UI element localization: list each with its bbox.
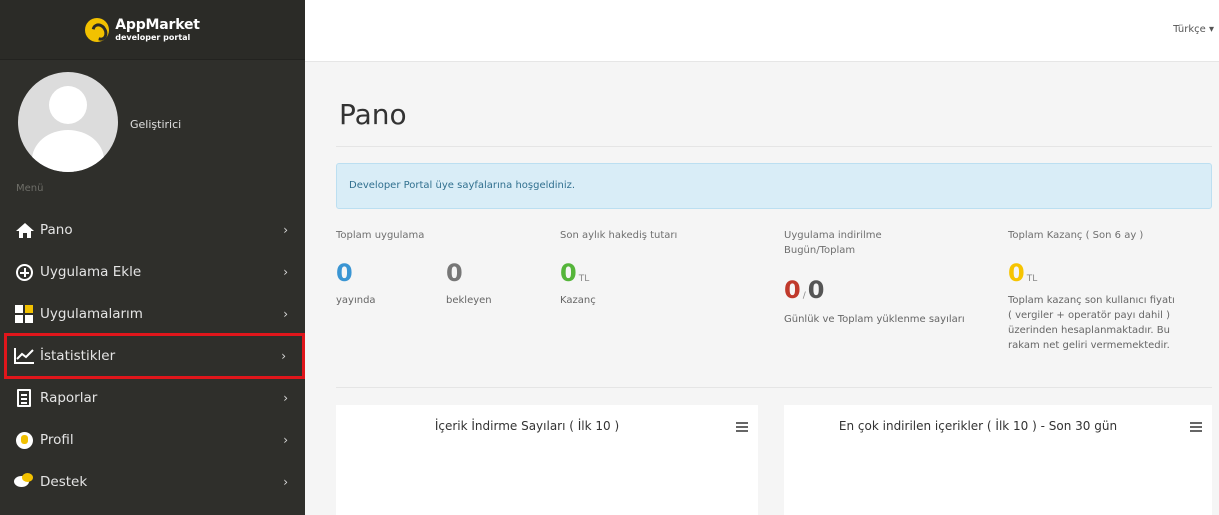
brand-name: AppMarket	[115, 16, 200, 33]
earnings-note-line: üzerinden hesaplanmaktadır. Bu	[1008, 325, 1170, 336]
topbar: Türkçe ▾	[305, 0, 1219, 62]
grid-icon	[14, 304, 34, 324]
published-label: yayında	[336, 295, 376, 306]
stat-label-line2: Bugün/Toplam	[784, 245, 856, 256]
sidebar-item-uygulama-ekle[interactable]: Uygulama Ekle ›	[0, 251, 305, 293]
monthly-value: 0	[560, 259, 577, 287]
earnings-note-line: Toplam kazanç son kullanıcı fiyatı	[1008, 295, 1175, 306]
sidebar-item-label: Uygulama Ekle	[40, 264, 142, 280]
sidebar-item-label: İstatistikler	[40, 348, 116, 364]
sidebar: AppMarket developer portal Geliştirici M…	[0, 0, 305, 515]
brand-subtitle: developer portal	[115, 32, 191, 42]
downloads-total: 0	[807, 276, 825, 304]
chevron-right-icon: ›	[283, 433, 288, 447]
avatar[interactable]	[18, 72, 118, 172]
language-selector[interactable]: Türkçe ▾	[1173, 24, 1214, 35]
downloads-today: 0	[784, 276, 801, 304]
sidebar-item-label: Uygulamalarım	[40, 306, 143, 322]
brand-text: AppMarket developer portal	[115, 16, 200, 42]
stat-total-earnings: Toplam Kazanç ( Son 6 ay ) 0 TL Toplam ka…	[1008, 228, 1213, 351]
plus-circle-icon	[14, 262, 34, 282]
sidebar-item-label: Destek	[40, 474, 88, 490]
chevron-right-icon: ›	[283, 265, 288, 279]
chevron-right-icon: ›	[283, 391, 288, 405]
chat-icon	[14, 472, 34, 492]
monthly-sub: Kazanç	[560, 295, 596, 306]
page-title: Pano	[339, 98, 407, 131]
stat-monthly-earnings: Son aylık hakediş tutarı 0 TL Kazanç	[560, 228, 770, 306]
stat-total-apps: Toplam uygulama 0 yayında 0 bekleyen	[336, 228, 556, 306]
chevron-right-icon: ›	[283, 475, 288, 489]
stat-label: Toplam uygulama	[336, 230, 425, 241]
home-icon	[14, 220, 34, 240]
stat-label: Toplam Kazanç ( Son 6 ay )	[1008, 230, 1144, 241]
pending-label: bekleyen	[446, 295, 492, 306]
profile-icon	[14, 430, 34, 450]
sidebar-item-pano[interactable]: Pano ›	[0, 209, 305, 251]
sidebar-item-label: Profil	[40, 432, 74, 448]
panel-title: En çok indirilen içerikler ( İlk 10 ) - …	[838, 419, 1118, 433]
downloads-sub: Günlük ve Toplam yüklenme sayıları	[784, 314, 965, 325]
earnings-unit: TL	[1026, 274, 1038, 284]
sidebar-item-label: Raporlar	[40, 390, 98, 406]
panel-top-downloads: En çok indirilen içerikler ( İlk 10 ) - …	[784, 405, 1212, 515]
avatar-body	[32, 130, 104, 172]
chevron-right-icon: ›	[283, 223, 288, 237]
welcome-alert: Developer Portal üye sayfalarına hoşgeld…	[336, 163, 1212, 209]
sidebar-item-profil[interactable]: Profil ›	[0, 419, 305, 461]
sidebar-item-destek[interactable]: Destek ›	[0, 461, 305, 503]
appmarket-logo-icon	[85, 17, 110, 42]
divider	[336, 387, 1212, 388]
earnings-note-line: rakam net geliri vermemektedir.	[1008, 340, 1170, 351]
panel-content-downloads: İçerik İndirme Sayıları ( İlk 10 )	[336, 405, 758, 515]
profile-name: Geliştirici	[130, 118, 182, 131]
earnings-note-line: ( vergiler + operatör payı dahil )	[1008, 310, 1170, 321]
sidebar-item-uygulamalarim[interactable]: Uygulamalarım ›	[0, 293, 305, 335]
published-count: 0	[336, 259, 353, 287]
pending-count: 0	[446, 259, 463, 287]
brand[interactable]: AppMarket developer portal	[85, 16, 200, 42]
divider	[336, 146, 1212, 147]
main-content: Pano Developer Portal üye sayfalarına ho…	[305, 62, 1219, 515]
monthly-unit: TL	[578, 274, 590, 284]
menu-icon[interactable]	[736, 422, 748, 432]
brand-logo-area[interactable]: AppMarket developer portal	[0, 0, 305, 60]
downloads-separator: /	[802, 291, 806, 301]
chevron-right-icon: ›	[281, 349, 286, 363]
sidebar-item-raporlar[interactable]: Raporlar ›	[0, 377, 305, 419]
sidebar-item-istatistikler[interactable]: İstatistikler ›	[4, 333, 305, 379]
panel-title: İçerik İndirme Sayıları ( İlk 10 )	[434, 419, 620, 433]
app-root: AppMarket developer portal Geliştirici M…	[0, 0, 1219, 515]
stat-label: Son aylık hakediş tutarı	[560, 230, 678, 241]
earnings-value: 0	[1008, 259, 1025, 287]
stat-label-line1: Uygulama indirilme	[784, 230, 882, 241]
menu-label: Menü	[16, 183, 44, 194]
sidebar-item-label: Pano	[40, 222, 73, 238]
chevron-right-icon: ›	[283, 307, 288, 321]
document-icon	[14, 388, 34, 408]
avatar-head	[49, 86, 87, 124]
stat-downloads: Uygulama indirilme Bugün/Toplam 0/0 Günl…	[784, 228, 999, 325]
sidebar-nav: Pano › Uygulama Ekle › Uygulamalarım › İ…	[0, 209, 305, 503]
line-chart-icon	[14, 346, 34, 366]
menu-icon[interactable]	[1190, 422, 1202, 432]
user-profile: Geliştirici	[0, 72, 305, 177]
